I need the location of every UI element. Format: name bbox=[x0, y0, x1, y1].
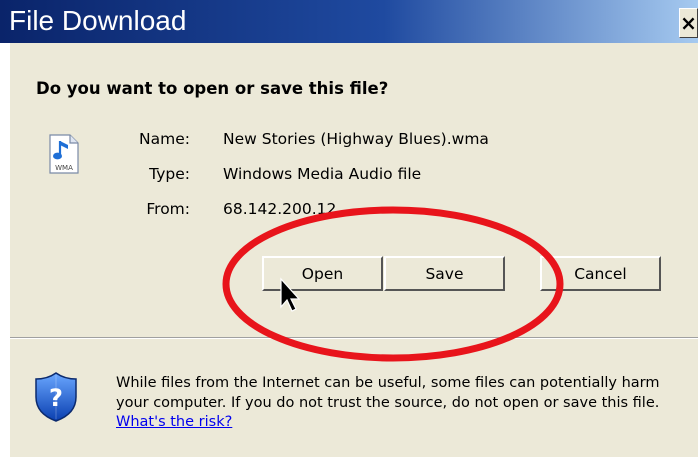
close-button[interactable]: × bbox=[679, 8, 698, 38]
from-label: From: bbox=[146, 200, 190, 218]
title-bar: File Download × bbox=[0, 0, 698, 43]
file-name: New Stories (Highway Blues).wma bbox=[223, 130, 489, 148]
file-download-dialog: Do you want to open or save this file? W… bbox=[10, 43, 698, 457]
cancel-button[interactable]: Cancel bbox=[540, 256, 661, 291]
open-button[interactable]: Open bbox=[262, 256, 383, 291]
security-warning: While files from the Internet can be use… bbox=[116, 374, 676, 433]
close-icon: × bbox=[680, 11, 697, 35]
warning-text: While files from the Internet can be use… bbox=[116, 375, 660, 411]
file-type: Windows Media Audio file bbox=[223, 165, 422, 183]
dialog-question: Do you want to open or save this file? bbox=[36, 79, 389, 98]
whats-the-risk-link[interactable]: What's the risk? bbox=[116, 414, 232, 430]
file-source: 68.142.200.12 bbox=[223, 200, 337, 218]
shield-question-icon: ? bbox=[35, 372, 77, 422]
window-title: File Download bbox=[9, 5, 187, 36]
save-button[interactable]: Save bbox=[384, 256, 505, 291]
section-divider bbox=[10, 337, 698, 339]
type-label: Type: bbox=[149, 165, 190, 183]
svg-text:?: ? bbox=[49, 384, 63, 412]
name-label: Name: bbox=[139, 130, 190, 148]
